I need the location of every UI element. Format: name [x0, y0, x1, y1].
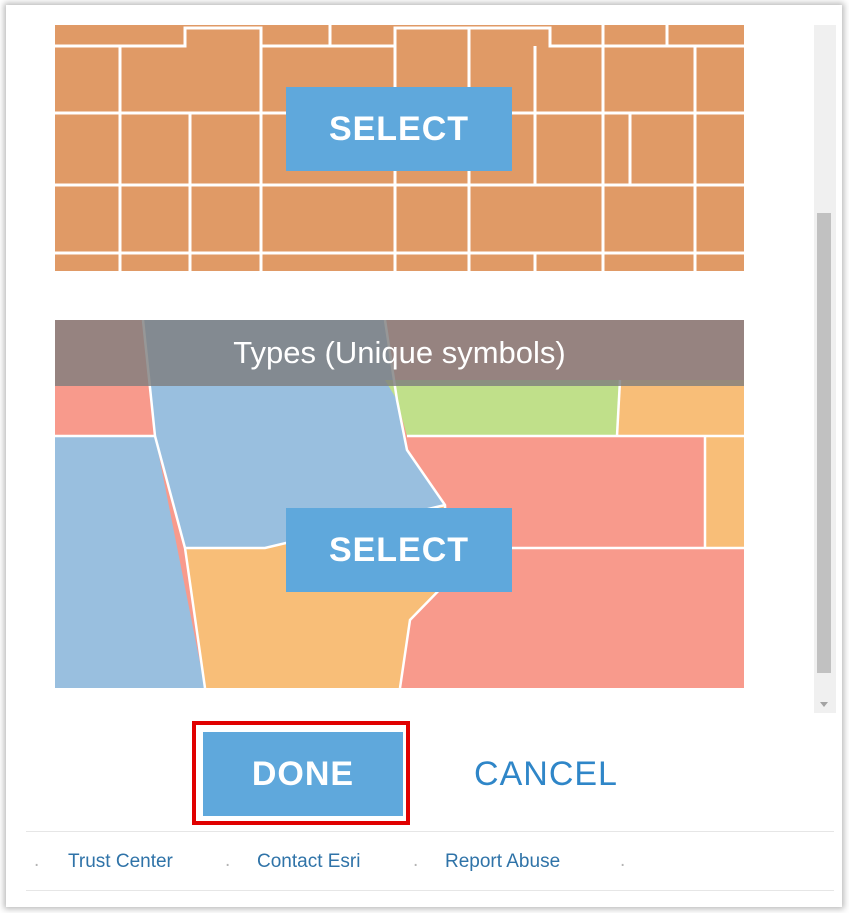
style-options-list: SELECT Types (Unique symbols) SELECT [6, 5, 842, 715]
footer-separator: . [413, 850, 419, 871]
select-button[interactable]: SELECT [286, 508, 512, 592]
footer-link-trust-center[interactable]: Trust Center [68, 851, 173, 873]
style-option-card[interactable]: SELECT [55, 25, 744, 271]
scrollbar[interactable] [814, 25, 836, 713]
select-button[interactable]: SELECT [286, 87, 512, 171]
footer-separator: . [225, 850, 231, 871]
footer-link-report-abuse[interactable]: Report Abuse [445, 851, 560, 873]
card-title: Types (Unique symbols) [55, 320, 744, 386]
scrollbar-thumb[interactable] [817, 213, 831, 673]
cancel-button[interactable]: CANCEL [446, 732, 646, 816]
footer-separator: . [34, 850, 40, 871]
footer-link-contact-esri[interactable]: Contact Esri [257, 851, 360, 873]
done-button[interactable]: DONE [203, 732, 403, 816]
footer: . Trust Center . Contact Esri . Report A… [26, 831, 834, 891]
style-picker-dialog: SELECT Types (Unique symbols) SELECT DON… [6, 5, 842, 907]
style-option-card[interactable]: Types (Unique symbols) SELECT [55, 320, 744, 688]
footer-separator: . [620, 850, 626, 871]
chevron-down-icon[interactable] [820, 702, 828, 707]
